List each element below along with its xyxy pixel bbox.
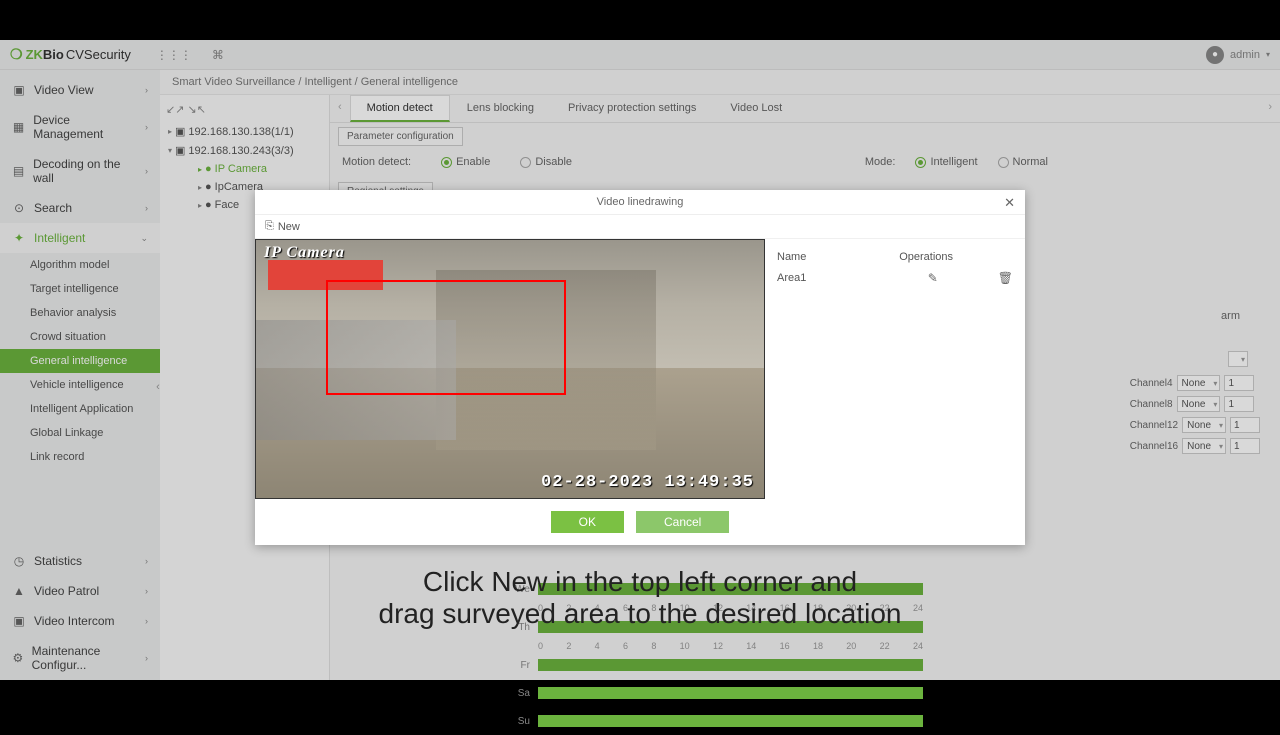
col-name: Name [777, 251, 806, 263]
area-row: Area1 ✎ 🗑 [777, 267, 1013, 289]
area-name: Area1 [777, 272, 806, 284]
delete-icon[interactable]: 🗑 [998, 271, 1013, 285]
modal-title: Video linedrawing ✕ [255, 190, 1025, 215]
video-timestamp: 02-28-2023 13:49:35 [541, 473, 754, 492]
col-ops: Operations [899, 251, 953, 263]
day-label: Su [505, 716, 530, 727]
new-icon[interactable]: ⎘ [265, 220, 274, 233]
new-button[interactable]: New [278, 221, 300, 233]
ok-button[interactable]: OK [551, 511, 624, 533]
day-label: Sa [505, 688, 530, 699]
modal-toolbar: ⎘ New [255, 215, 1025, 239]
camera-overlay-label: IP Camera [264, 244, 345, 262]
video-linedrawing-modal: Video linedrawing ✕ ⎘ New IP Camera 02-2… [255, 190, 1025, 545]
video-preview[interactable]: IP Camera 02-28-2023 13:49:35 [255, 239, 765, 499]
close-icon[interactable]: ✕ [1004, 195, 1015, 211]
area-list: Name Operations Area1 ✎ 🗑 [765, 239, 1025, 499]
edit-icon[interactable]: ✎ [928, 271, 938, 285]
schedule-bar[interactable] [538, 715, 923, 727]
cancel-button[interactable]: Cancel [636, 511, 729, 533]
schedule-bar[interactable] [538, 687, 923, 699]
detection-area-box[interactable] [326, 280, 566, 395]
